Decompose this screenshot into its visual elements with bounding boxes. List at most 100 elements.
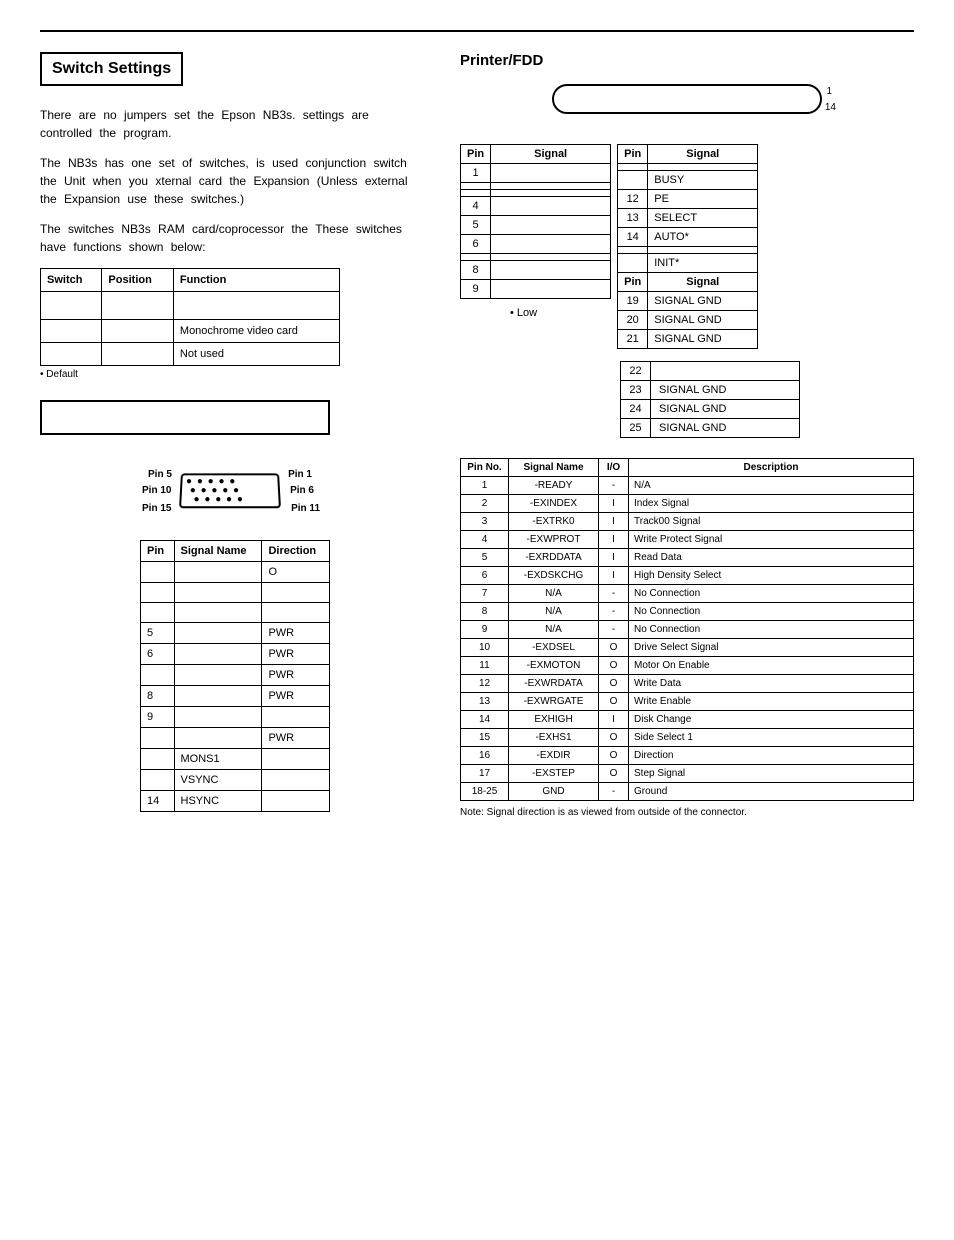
table-cell [102, 343, 173, 366]
switch-para-1: There are no jumpers set the Epson NB3s.… [40, 106, 420, 142]
table-cell: -EXRDDATA [509, 549, 599, 567]
table-cell: -EXTRK0 [509, 513, 599, 531]
table-cell: Not used [173, 343, 339, 366]
table-cell: 20 [618, 311, 648, 330]
table-cell: -EXWRGATE [509, 693, 599, 711]
switch-para-2: The NB3s has one set of switches, is use… [40, 154, 420, 208]
table-cell: Monochrome video card [173, 320, 339, 343]
table-cell [102, 320, 173, 343]
table-cell: Read Data [629, 549, 914, 567]
table-cell: 9 [461, 621, 509, 639]
table-cell: 24 [621, 400, 651, 419]
table-cell: 13 [618, 209, 648, 228]
table-cell: O [599, 729, 629, 747]
table-cell: 4 [461, 197, 491, 216]
table-cell: - [599, 783, 629, 801]
table-cell: BUSY [648, 171, 758, 190]
table-cell: O [599, 675, 629, 693]
table-cell [141, 562, 175, 583]
fdd-signal-table: Pin No. Signal Name I/O Description 1-RE… [460, 458, 914, 801]
table-cell [648, 164, 758, 171]
table-cell: 1 [461, 477, 509, 495]
col-pin: Pin [618, 145, 648, 164]
col-signal: Signal [648, 273, 758, 292]
table-cell: PE [648, 190, 758, 209]
table-cell [618, 247, 648, 254]
vga-col-dir: Direction [262, 541, 330, 562]
table-cell: 23 [621, 381, 651, 400]
table-cell: No Connection [629, 621, 914, 639]
table-cell: SELECT [648, 209, 758, 228]
table-cell: 11 [461, 657, 509, 675]
fdd-col-signal: Signal Name [509, 459, 599, 477]
table-cell: 13 [461, 693, 509, 711]
table-cell: I [599, 495, 629, 513]
table-cell: -EXDSKCHG [509, 567, 599, 585]
table-cell [491, 280, 611, 299]
table-cell: 16 [461, 747, 509, 765]
table-cell [174, 644, 262, 665]
table-cell: 4 [461, 531, 509, 549]
table-cell: I [599, 513, 629, 531]
table-cell: -EXDSEL [509, 639, 599, 657]
switch-col-1: Switch [41, 269, 102, 292]
table-cell: I [599, 567, 629, 585]
conn-num-14: 14 [825, 102, 836, 113]
table-cell: 2 [461, 495, 509, 513]
table-cell: - [599, 477, 629, 495]
printer-connector-diagram: 1 14 [552, 84, 822, 124]
switch-para-3: The switches NB3s RAM card/coprocessor t… [40, 220, 420, 256]
table-cell [174, 686, 262, 707]
table-cell: 8 [461, 261, 491, 280]
table-cell: -EXINDEX [509, 495, 599, 513]
table-cell [262, 707, 330, 728]
table-cell: -EXWPROT [509, 531, 599, 549]
table-cell [173, 292, 339, 320]
table-cell [262, 603, 330, 623]
table-cell: Motor On Enable [629, 657, 914, 675]
table-cell [102, 292, 173, 320]
table-cell: SIGNAL GND [651, 400, 800, 419]
col-pin: Pin [461, 145, 491, 164]
pin-label: Pin 15 [142, 503, 171, 514]
table-cell: - [599, 585, 629, 603]
table-cell: 12 [618, 190, 648, 209]
table-cell [174, 623, 262, 644]
vga-connector-diagram: ● ● ● ● ● ● ● ● ● ● ● ● ● ● ● Pin 5 Pin … [150, 455, 310, 525]
table-cell [262, 583, 330, 603]
table-cell: HSYNC [174, 791, 262, 812]
table-cell: High Density Select [629, 567, 914, 585]
switch-settings-title: Switch Settings [40, 52, 183, 86]
table-cell: MONS1 [174, 749, 262, 770]
table-cell: I [599, 549, 629, 567]
table-cell: 9 [141, 707, 175, 728]
table-cell: PWR [262, 686, 330, 707]
table-cell: O [262, 562, 330, 583]
table-cell: Write Protect Signal [629, 531, 914, 549]
table-cell [174, 665, 262, 686]
table-cell [141, 583, 175, 603]
table-cell: 22 [621, 362, 651, 381]
table-cell: -EXHS1 [509, 729, 599, 747]
table-cell [618, 164, 648, 171]
table-cell: -EXMOTON [509, 657, 599, 675]
table-cell: PWR [262, 728, 330, 749]
table-cell: 9 [461, 280, 491, 299]
table-cell [174, 728, 262, 749]
low-note: • Low [510, 307, 611, 319]
table-cell: 3 [461, 513, 509, 531]
table-cell: O [599, 657, 629, 675]
table-cell: 12 [461, 675, 509, 693]
table-cell: 7 [461, 585, 509, 603]
table-cell: -EXSTEP [509, 765, 599, 783]
table-cell: N/A [509, 621, 599, 639]
pin-label: Pin 1 [288, 469, 312, 480]
table-cell: 1 [461, 164, 491, 183]
switch-default-note: • Default [40, 369, 420, 380]
table-cell [141, 728, 175, 749]
switch-table: Switch Position Function Monochrome vide… [40, 268, 340, 366]
table-cell: SIGNAL GND [648, 330, 758, 349]
col-signal: Signal [491, 145, 611, 164]
printer-left-table: PinSignal 1 4 5 6 8 9 [460, 144, 611, 299]
table-cell [41, 320, 102, 343]
